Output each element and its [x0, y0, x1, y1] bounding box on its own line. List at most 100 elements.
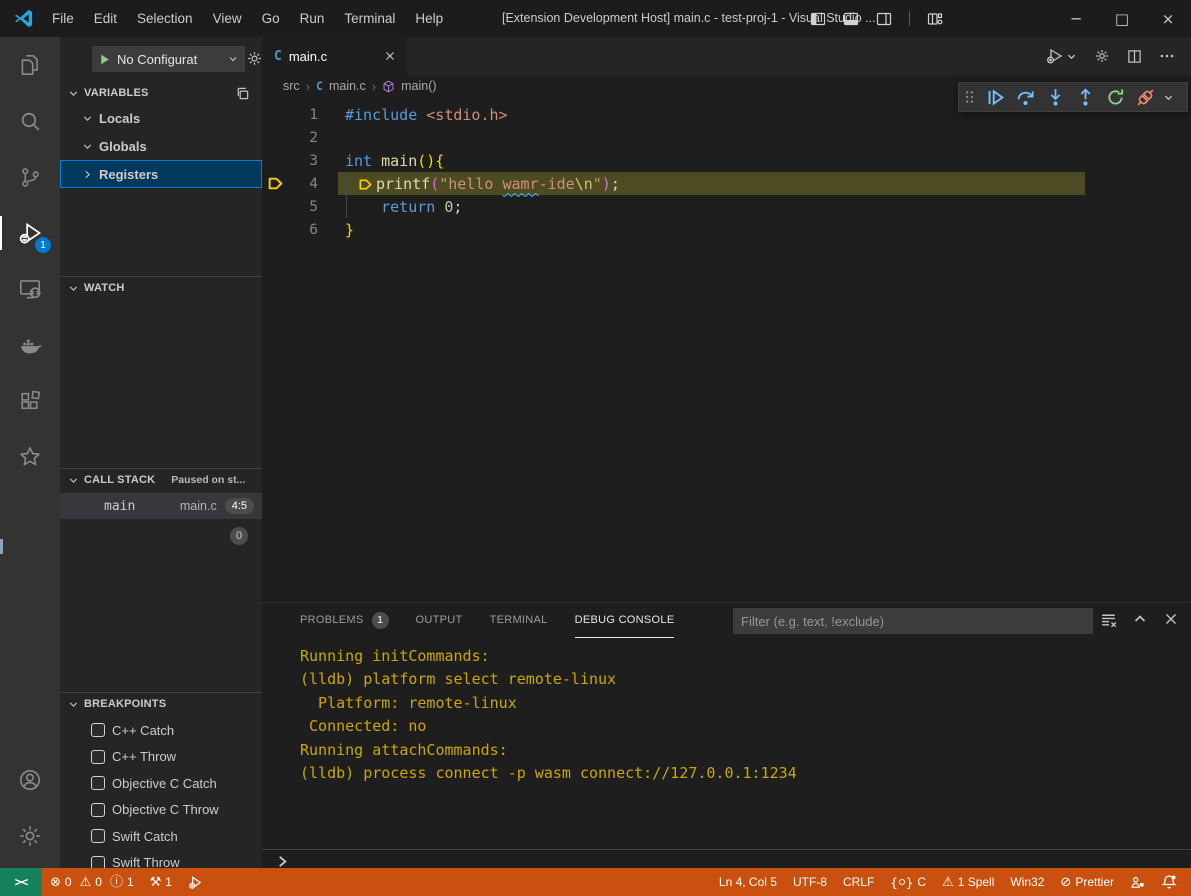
status-notifications[interactable] — [1153, 868, 1185, 896]
copy-value-icon[interactable] — [235, 86, 250, 101]
breakpoint-row[interactable]: Swift Catch — [60, 823, 262, 850]
console-prompt-chevron-icon[interactable] — [275, 854, 290, 869]
stack-frame-row[interactable]: main main.c 4:5 — [60, 493, 262, 519]
debug-status[interactable] — [180, 868, 211, 896]
breadcrumb-symbol[interactable]: main() — [401, 79, 436, 93]
more-actions-icon[interactable] — [1159, 48, 1175, 64]
status-eol[interactable]: CRLF — [835, 868, 882, 896]
activity-item-wamr-ide-star[interactable] — [0, 429, 60, 485]
step-over-button[interactable] — [1013, 85, 1037, 109]
tab-main-c[interactable]: C main.c — [262, 37, 407, 75]
status-spell-checker[interactable]: ⚠1 Spell — [934, 868, 1002, 896]
status-label: Prettier — [1075, 875, 1114, 889]
breakpoint-checkbox[interactable] — [91, 776, 105, 790]
breakpoint-label: Swift Throw — [112, 855, 180, 868]
activity-item-remote-explorer[interactable] — [0, 261, 60, 317]
run-or-debug-button[interactable] — [1046, 48, 1077, 64]
maximize-panel-icon[interactable] — [1132, 611, 1148, 628]
breakpoint-checkbox[interactable] — [91, 750, 105, 764]
watch-header[interactable]: WATCH — [60, 277, 262, 299]
variables-scope-globals[interactable]: Globals — [60, 132, 262, 160]
tools-status[interactable]: ⚒ 1 — [142, 868, 180, 896]
breadcrumb-file[interactable]: main.c — [329, 79, 366, 93]
code-line-4[interactable]: 4printf("hello wamr-ide\n"); — [262, 172, 1191, 195]
status-cursor-position[interactable]: Ln 4, Col 5 — [711, 868, 785, 896]
breakpoint-row[interactable]: C++ Throw — [60, 744, 262, 771]
variables-scope-registers[interactable]: Registers — [60, 160, 262, 188]
start-debug-play-icon[interactable] — [98, 53, 111, 66]
toolbar-chevron-down-icon[interactable] — [1163, 92, 1174, 103]
activity-item-run-and-debug[interactable]: 1 — [0, 205, 60, 261]
menu-run[interactable]: Run — [290, 0, 335, 37]
breadcrumb-folder[interactable]: src — [283, 79, 300, 93]
clear-console-icon[interactable] — [1100, 611, 1117, 628]
menu-edit[interactable]: Edit — [84, 0, 127, 37]
run-and-debug-sidebar: No Configurat VARIABLES Locals Globals Reg… — [60, 37, 262, 868]
status-encoding[interactable]: UTF-8 — [785, 868, 835, 896]
toggle-sidebar-icon[interactable] — [810, 11, 826, 27]
menu-help[interactable]: Help — [405, 0, 453, 37]
panel-tab-terminal[interactable]: TERMINAL — [490, 604, 548, 638]
activity-item-accounts[interactable] — [0, 752, 60, 808]
code-editor[interactable]: 1#include <stdio.h>23int main(){4printf(… — [262, 97, 1191, 602]
code-line-3[interactable]: 3int main(){ — [262, 149, 1191, 172]
close-panel-icon[interactable] — [1163, 611, 1179, 628]
code-line-5[interactable]: 5 return 0; — [262, 195, 1191, 218]
close-button[interactable]: × — [1145, 0, 1191, 37]
maximize-button[interactable]: □ — [1099, 0, 1145, 37]
step-out-button[interactable] — [1073, 85, 1097, 109]
panel-tab-output[interactable]: OUTPUT — [416, 604, 463, 638]
minimize-button[interactable]: ─ — [1053, 0, 1099, 37]
code-line-2[interactable]: 2 — [262, 126, 1191, 149]
pause-reason-label: Paused on st... — [171, 474, 245, 486]
console-filter-input[interactable] — [733, 608, 1093, 634]
breakpoint-label: Swift Catch — [112, 829, 178, 844]
breakpoint-row[interactable]: C++ Catch — [60, 717, 262, 744]
disconnect-button[interactable] — [1133, 85, 1157, 109]
scope-label: Globals — [99, 139, 147, 154]
step-into-button[interactable] — [1043, 85, 1067, 109]
toggle-panel-icon[interactable] — [843, 11, 859, 27]
call-stack-header[interactable]: CALL STACK Paused on st... — [60, 469, 262, 491]
console-line: Running initCommands: — [300, 645, 797, 668]
menu-file[interactable]: File — [42, 0, 84, 37]
status-prettier[interactable]: ⊘Prettier — [1052, 868, 1122, 896]
restart-button[interactable] — [1103, 85, 1127, 109]
panel-tab-problems[interactable]: PROBLEMS1 — [300, 604, 389, 638]
split-editor-icon[interactable] — [1127, 49, 1142, 64]
debug-config-dropdown[interactable]: No Configurat — [92, 46, 245, 72]
activity-item-manage-settings[interactable] — [0, 808, 60, 864]
breakpoints-header[interactable]: BREAKPOINTS — [60, 693, 262, 715]
activity-item-source-control[interactable] — [0, 149, 60, 205]
breakpoint-checkbox[interactable] — [91, 803, 105, 817]
breakpoint-row[interactable]: Objective C Catch — [60, 770, 262, 797]
breakpoint-row[interactable]: Objective C Throw — [60, 797, 262, 824]
variables-header[interactable]: VARIABLES — [60, 82, 262, 104]
remote-indicator[interactable]: >< — [0, 868, 42, 896]
menu-go[interactable]: Go — [252, 0, 290, 37]
breakpoint-checkbox[interactable] — [91, 829, 105, 843]
activity-item-docker[interactable] — [0, 317, 60, 373]
status-language-mode[interactable]: {}C — [882, 868, 934, 896]
open-launch-json-gear-icon[interactable] — [246, 50, 262, 67]
panel-tab-debug-console[interactable]: DEBUG CONSOLE — [575, 604, 675, 638]
customize-layout-icon[interactable] — [927, 11, 943, 27]
toggle-secondary-sidebar-icon[interactable] — [876, 11, 892, 27]
breakpoint-row[interactable]: Swift Throw — [60, 850, 262, 869]
activity-item-extensions[interactable] — [0, 373, 60, 429]
activity-item-explorer[interactable] — [0, 37, 60, 93]
breakpoint-checkbox[interactable] — [91, 856, 105, 868]
continue-button[interactable] — [983, 85, 1007, 109]
menu-terminal[interactable]: Terminal — [334, 0, 405, 37]
status-feedback[interactable] — [1122, 868, 1153, 896]
close-tab-icon[interactable] — [383, 49, 397, 63]
status-platform[interactable]: Win32 — [1002, 868, 1052, 896]
menu-selection[interactable]: Selection — [127, 0, 203, 37]
code-line-6[interactable]: 6} — [262, 218, 1191, 241]
breakpoint-checkbox[interactable] — [91, 723, 105, 737]
activity-item-search[interactable] — [0, 93, 60, 149]
gear-icon[interactable] — [1094, 48, 1110, 64]
menu-view[interactable]: View — [203, 0, 252, 37]
variables-scope-locals[interactable]: Locals — [60, 104, 262, 132]
problems-status[interactable]: ⊗ 0 ⚠ 0 ⓘ 1 — [42, 868, 142, 896]
